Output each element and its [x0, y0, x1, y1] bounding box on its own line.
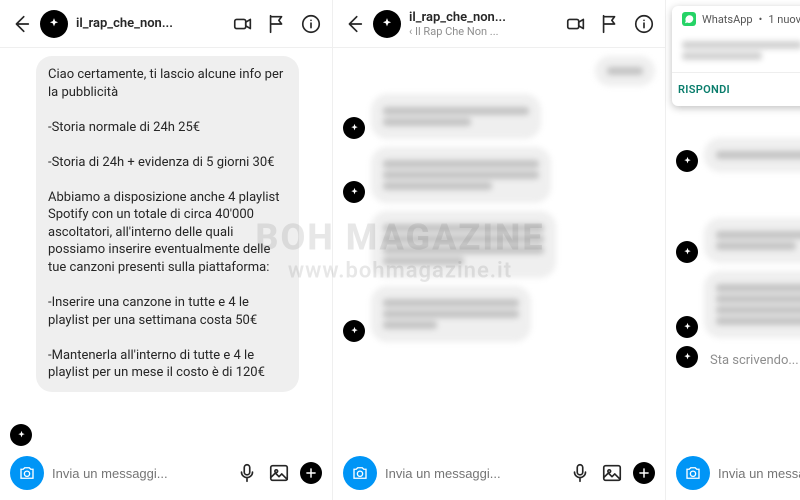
- notification-app: WhatsApp: [702, 13, 753, 26]
- add-icon[interactable]: [300, 462, 322, 484]
- gallery-icon[interactable]: [601, 462, 623, 484]
- message-input[interactable]: [52, 466, 228, 481]
- chat-body: [333, 48, 665, 450]
- camera-icon[interactable]: [343, 456, 377, 490]
- camera-icon[interactable]: [10, 456, 44, 490]
- message-bubble: [704, 138, 800, 172]
- avatar: [676, 241, 698, 263]
- chat-subtitle: ‹ Il Rap Che Non ...: [409, 25, 557, 38]
- chat-header: il_rap_che_non... ‹ Il Rap Che Non ...: [333, 0, 665, 48]
- back-icon[interactable]: [10, 13, 32, 35]
- camera-icon[interactable]: [676, 456, 710, 490]
- video-call-icon[interactable]: [565, 13, 587, 35]
- avatar: [343, 181, 365, 203]
- chat-title-block[interactable]: il_rap_che_non...: [76, 16, 224, 31]
- chat-title-block[interactable]: il_rap_che_non... ‹ Il Rap Che Non ...: [409, 10, 557, 38]
- message-input-bar: [0, 450, 332, 500]
- notification-body: [672, 32, 800, 72]
- avatar: [10, 424, 32, 446]
- chat-panel-3: WhatsApp • 1 nuovo messaggio • Adesso ⌵ …: [666, 0, 800, 500]
- avatar: [676, 346, 698, 368]
- mic-icon[interactable]: [569, 462, 591, 484]
- flag-icon[interactable]: [266, 13, 288, 35]
- notification-header: WhatsApp • 1 nuovo messaggio • Adesso ⌵: [672, 6, 800, 32]
- message-bubble: [704, 218, 800, 263]
- avatar: [676, 150, 698, 172]
- avatar: [343, 117, 365, 139]
- chat-body: Ciao certamente, ti lascio alcune info p…: [0, 48, 332, 450]
- avatar[interactable]: [373, 10, 401, 38]
- message-input[interactable]: [385, 466, 561, 481]
- flag-icon[interactable]: [599, 13, 621, 35]
- notification-reply-button[interactable]: RISPONDI: [672, 73, 800, 106]
- back-icon[interactable]: [343, 13, 365, 35]
- message-input[interactable]: [718, 466, 800, 481]
- typing-indicator: Sta scrivendo...: [704, 353, 799, 368]
- message-input-bar: [333, 450, 665, 500]
- message-bubble: [704, 271, 800, 338]
- whatsapp-notification[interactable]: WhatsApp • 1 nuovo messaggio • Adesso ⌵ …: [672, 6, 800, 106]
- chat-header: il_rap_che_non...: [0, 0, 332, 48]
- chat-panel-2: il_rap_che_non... ‹ Il Rap Che Non ...: [333, 0, 666, 500]
- avatar[interactable]: [40, 10, 68, 38]
- chat-panel-1: il_rap_che_non... Ciao certamente, ti la…: [0, 0, 333, 500]
- message-bubble-out: [595, 56, 655, 86]
- add-icon[interactable]: [633, 462, 655, 484]
- message-input-bar: [666, 450, 800, 500]
- whatsapp-icon: [682, 12, 696, 26]
- avatar: [343, 320, 365, 342]
- avatar: [676, 316, 698, 338]
- info-icon[interactable]: [300, 13, 322, 35]
- chat-username: il_rap_che_non...: [76, 16, 224, 31]
- message-bubble: [371, 147, 551, 203]
- gallery-icon[interactable]: [268, 462, 290, 484]
- notification-summary: 1 nuovo messaggio: [768, 13, 800, 26]
- video-call-icon[interactable]: [232, 13, 254, 35]
- message-bubble: [371, 286, 531, 342]
- message-bubble: [371, 211, 556, 278]
- chat-username: il_rap_che_non...: [409, 10, 557, 25]
- message-bubble: [371, 94, 541, 139]
- mic-icon[interactable]: [236, 462, 258, 484]
- message-bubble: Ciao certamente, ti lascio alcune info p…: [36, 56, 299, 392]
- info-icon[interactable]: [633, 13, 655, 35]
